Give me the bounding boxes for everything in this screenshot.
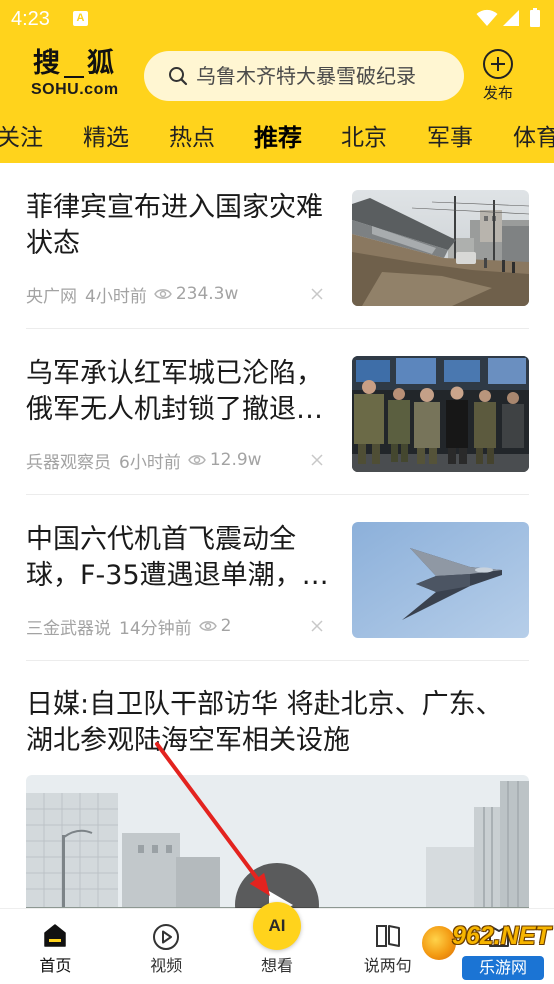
battery-icon: [530, 8, 540, 31]
tab-military[interactable]: 军事: [407, 115, 493, 163]
news-title[interactable]: 菲律宾宣布进入国家灾难状态: [26, 190, 338, 262]
news-thumbnail[interactable]: [352, 522, 529, 638]
search-icon: [168, 66, 188, 90]
tab-hot[interactable]: 热点: [149, 115, 235, 163]
cell-signal-icon: [502, 9, 520, 31]
logo-domain: SOHU.com: [31, 81, 119, 98]
watermark-brand: 962.NET: [452, 922, 551, 950]
news-thumbnail[interactable]: [352, 190, 529, 306]
home-icon: [42, 923, 68, 949]
news-views: 2: [220, 616, 232, 636]
news-feed: 菲律宾宣布进入国家灾难状态 央广网 4小时前 234.3w 乌军承认红军城已沦陷…: [0, 163, 554, 925]
notification-icon: A: [73, 11, 88, 26]
play-circle-icon: [152, 923, 180, 951]
news-title[interactable]: 日媒:自卫队干部访华 将赴北京、广东、湖北参观陆海空军相关设施: [26, 687, 521, 759]
tab-featured[interactable]: 精选: [63, 115, 149, 163]
news-title[interactable]: 中国六代机首飞震动全球，F-35遭遇退单潮，…: [26, 522, 338, 594]
tab-recommended[interactable]: 推荐: [235, 115, 321, 163]
channel-tabs: 关注 精选 热点 推荐 北京 军事 体育: [0, 115, 554, 163]
close-icon[interactable]: [310, 453, 324, 467]
news-item-text: 菲律宾宣布进入国家灾难状态 央广网 4小时前 234.3w: [26, 190, 338, 307]
news-time: 14分钟前: [119, 618, 192, 639]
news-item-text: 中国六代机首飞震动全球，F-35遭遇退单潮，… 三金武器说 14分钟前 2: [26, 522, 338, 639]
tab-following[interactable]: 关注: [0, 115, 63, 163]
news-source[interactable]: 央广网: [26, 282, 77, 307]
nav-want-to-see[interactable]: AI 想看: [222, 902, 333, 984]
close-icon[interactable]: [310, 287, 324, 301]
news-title[interactable]: 乌军承认红军城已沦陷，俄军无人机封锁了撤退…: [26, 356, 338, 428]
logo-text: 搜狐: [33, 48, 141, 79]
news-source[interactable]: 三金武器说: [26, 614, 111, 639]
book-icon: [374, 923, 402, 949]
nav-home[interactable]: 首页: [0, 909, 111, 984]
nav-home-label: 首页: [39, 956, 72, 975]
news-meta: 兵器观察员 6小时前 12.9w: [26, 448, 338, 473]
search-input[interactable]: [196, 51, 456, 101]
news-item[interactable]: 菲律宾宣布进入国家灾难状态 央广网 4小时前 234.3w: [26, 163, 529, 329]
sohu-logo[interactable]: 搜狐 SOHU.com: [30, 48, 122, 104]
news-meta: 央广网 4小时前 234.3w: [26, 282, 338, 307]
news-views: 234.3w: [175, 284, 239, 304]
tab-beijing[interactable]: 北京: [321, 115, 407, 163]
news-time: 6小时前: [119, 452, 181, 473]
news-meta: 三金武器说 14分钟前 2: [26, 614, 338, 639]
news-item-text: 乌军承认红军城已沦陷，俄军无人机封锁了撤退… 兵器观察员 6小时前 12.9w: [26, 356, 338, 473]
plus-circle-icon: [482, 48, 514, 84]
logo-divider: [64, 76, 84, 78]
site-watermark: 962.NET 乐游网: [416, 916, 554, 984]
nav-video-label: 视频: [150, 956, 183, 975]
news-source[interactable]: 兵器观察员: [26, 448, 111, 473]
news-item[interactable]: 中国六代机首飞震动全球，F-35遭遇退单潮，… 三金武器说 14分钟前 2: [26, 495, 529, 661]
tab-sports[interactable]: 体育: [493, 115, 554, 163]
eye-icon: [198, 619, 217, 633]
nav-video[interactable]: 视频: [111, 909, 222, 984]
channel-tabs-track: 关注 精选 热点 推荐 北京 军事 体育: [0, 115, 554, 163]
nav-want-to-see-label: 想看: [260, 956, 293, 975]
ai-icon[interactable]: AI: [252, 902, 301, 950]
news-views: 12.9w: [209, 450, 262, 470]
news-thumbnail[interactable]: [352, 356, 529, 472]
sohu-news-app: 4:23 A 搜狐 SOHU.com 发布: [0, 0, 554, 984]
news-item[interactable]: 乌军承认红军城已沦陷，俄军无人机封锁了撤退… 兵器观察员 6小时前 12.9w: [26, 329, 529, 495]
watermark-name: 乐游网: [462, 956, 544, 980]
close-icon[interactable]: [310, 619, 324, 633]
top-bar: 4:23 A 搜狐 SOHU.com 发布: [0, 0, 554, 163]
news-time: 4小时前: [85, 286, 147, 307]
publish-label: 发布: [482, 84, 513, 102]
wifi-icon: [476, 9, 498, 31]
news-item-video[interactable]: 日媒:自卫队干部访华 将赴北京、广东、湖北参观陆海空军相关设施: [26, 661, 529, 925]
status-time: 4:23: [11, 8, 50, 30]
search-bar[interactable]: [144, 51, 464, 101]
eye-icon: [154, 287, 172, 301]
eye-icon: [188, 453, 206, 467]
publish-button[interactable]: 发布: [476, 46, 520, 106]
